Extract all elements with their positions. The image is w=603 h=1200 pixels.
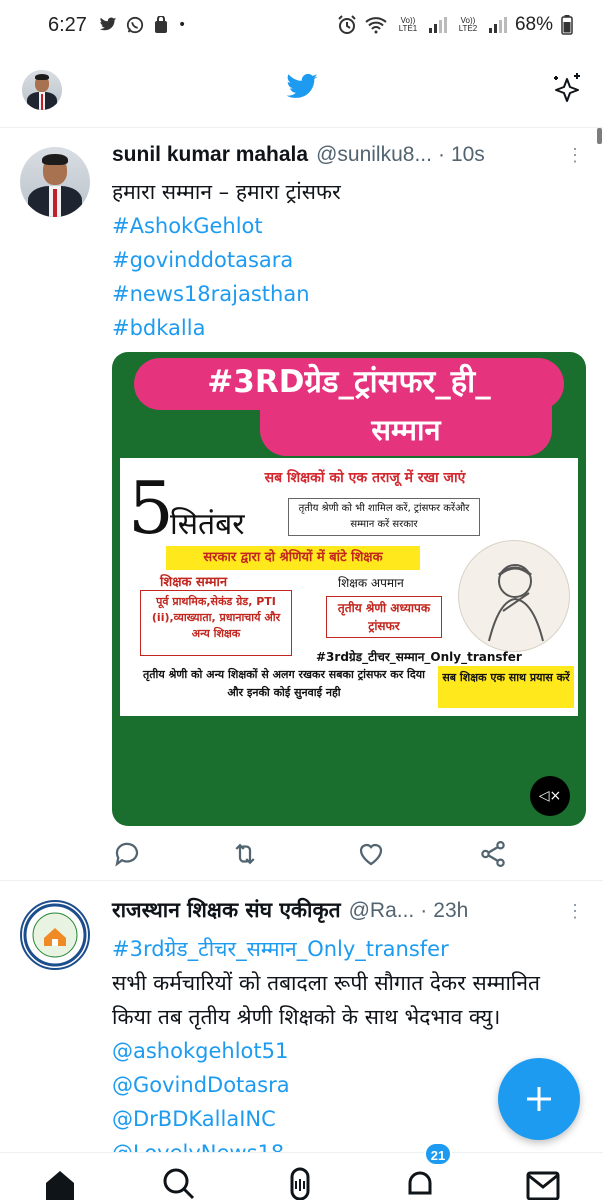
author-handle[interactable]: @Ra... bbox=[349, 899, 415, 923]
poster-heading: सब शिक्षकों को एक तराजू में रखा जाएं bbox=[264, 470, 466, 486]
tweet-author-avatar[interactable] bbox=[20, 147, 90, 217]
poster-sketch-image bbox=[458, 540, 570, 652]
sim1-label: Vo)) LTE1 bbox=[398, 16, 418, 33]
profile-avatar-button[interactable] bbox=[22, 70, 62, 110]
hashtag-link[interactable]: #news18rajasthan bbox=[112, 277, 573, 311]
poster-highlight: सरकार द्वारा दो श्रेणियों में बांटे शिक्… bbox=[166, 546, 420, 570]
battery-icon bbox=[561, 15, 573, 35]
mute-toggle-icon[interactable]: ◁× bbox=[530, 776, 570, 816]
notification-icons: • bbox=[99, 16, 186, 34]
status-time: 6:27 bbox=[48, 13, 87, 36]
tweet-text: #3rdग्रेड_टीचर_सम्मान_Only_transfer सभी … bbox=[112, 932, 573, 1170]
app-header bbox=[0, 50, 603, 128]
spaces-icon[interactable] bbox=[282, 1167, 318, 1200]
twitter-bird-icon[interactable] bbox=[285, 73, 319, 103]
poster-honour-box: पूर्व प्राथमिक,सेकंड ग्रेड, PTI (ii),व्य… bbox=[140, 590, 292, 656]
poster-footer-text: तृतीय श्रेणी को अन्य शिक्षकों से अलग रखक… bbox=[143, 668, 425, 699]
notifications-icon[interactable] bbox=[402, 1167, 438, 1200]
tweet-time[interactable]: 23h bbox=[433, 899, 468, 923]
signal2-icon bbox=[488, 17, 507, 33]
tweet-actions bbox=[112, 839, 532, 873]
poster-call-to-action: सब शिक्षक एक साथ प्रयास करें bbox=[438, 666, 574, 708]
author-name[interactable]: राजस्थान शिक्षक संघ एकीकृत bbox=[112, 896, 341, 924]
alarm-icon bbox=[338, 15, 356, 34]
tweet-text: हमारा सम्मान – हमारा ट्रांसफर #AshokGehl… bbox=[112, 175, 573, 345]
poster-insult-label: शिक्षक अपमान bbox=[338, 576, 404, 590]
poster-hashtag: #3rdग्रेड_टीचर_सम्मान_Only_transfer bbox=[316, 650, 522, 664]
more-options-icon[interactable]: ⋮ bbox=[566, 901, 584, 922]
poster-demand-box: तृतीय श्रेणी को भी शामिल करें, ट्रांसफर … bbox=[288, 498, 480, 536]
search-icon[interactable] bbox=[160, 1167, 196, 1200]
status-bar: 6:27 • Vo)) LTE1 Vo)) LTE2 68% bbox=[0, 0, 603, 50]
battery-percent: 68% bbox=[514, 14, 553, 35]
separator-dot: · bbox=[437, 143, 445, 166]
organization-logo bbox=[23, 903, 87, 967]
more-options-icon[interactable]: ⋮ bbox=[566, 145, 584, 166]
plus-icon bbox=[527, 1087, 551, 1111]
hashtag-link[interactable]: #govinddotasara bbox=[112, 243, 573, 277]
shopping-bag-icon bbox=[154, 16, 167, 33]
tweet-header: राजस्थान शिक्षक संघ एकीकृत @Ra... · 23h … bbox=[112, 896, 584, 926]
mention-link[interactable]: @ashokgehlot51 bbox=[112, 1039, 288, 1063]
poster-panel: सब शिक्षकों को एक तराजू में रखा जाएं 5 स… bbox=[120, 458, 578, 716]
tweet-media[interactable]: #3RDग्रेड_ट्रांसफर_ही_ सम्मान सब शिक्षको… bbox=[112, 352, 586, 826]
status-right: Vo)) LTE1 Vo)) LTE2 68% bbox=[337, 14, 573, 36]
tweet-author-avatar[interactable] bbox=[20, 900, 90, 970]
like-icon[interactable] bbox=[356, 839, 386, 869]
signal1-icon bbox=[428, 17, 447, 33]
wifi-icon bbox=[365, 17, 387, 34]
notifications-count-badge: 21 bbox=[424, 1142, 452, 1166]
tweet-text-body: सभी कर्मचारियों को तबादला रूपी सौगात देक… bbox=[112, 971, 540, 1029]
sim2-label: Vo)) LTE2 bbox=[458, 16, 478, 33]
more-notifications-dot: • bbox=[177, 17, 187, 33]
tweet-header: sunil kumar mahala @sunilku8... · 10s ⋮ bbox=[112, 143, 584, 173]
separator-dot: · bbox=[420, 899, 428, 922]
poster-insult-box: तृतीय श्रेणी अध्यापक ट्रांसफर bbox=[326, 596, 442, 638]
hashtag-link[interactable]: #3rdग्रेड_टीचर_सम्मान_Only_transfer bbox=[112, 932, 573, 966]
bottom-navigation bbox=[0, 1152, 603, 1200]
avatar-image bbox=[20, 147, 90, 217]
tweet-text-line: हमारा सम्मान – हमारा ट्रांसफर bbox=[112, 180, 341, 204]
author-name[interactable]: sunil kumar mahala bbox=[112, 143, 308, 167]
compose-tweet-button[interactable] bbox=[498, 1058, 580, 1140]
retweet-icon[interactable] bbox=[230, 839, 260, 869]
reply-icon[interactable] bbox=[112, 839, 142, 869]
messages-icon[interactable] bbox=[525, 1167, 561, 1200]
sparkle-icon[interactable] bbox=[551, 71, 583, 105]
home-icon[interactable] bbox=[42, 1167, 78, 1200]
twitter-notification-icon bbox=[99, 17, 117, 31]
banner-title-line1: #3RDग्रेड_ट्रांसफर_ही_ bbox=[207, 364, 491, 400]
poster-date-number: 5 bbox=[128, 466, 174, 550]
whatsapp-icon bbox=[126, 16, 144, 34]
tweet[interactable]: sunil kumar mahala @sunilku8... · 10s ⋮ … bbox=[0, 129, 603, 881]
tweet-time[interactable]: 10s bbox=[451, 143, 485, 167]
poster-honour-label: शिक्षक सम्मान bbox=[160, 575, 228, 590]
banner-title-line2: सम्मान bbox=[371, 413, 441, 447]
hashtag-link[interactable]: #AshokGehlot bbox=[112, 209, 573, 243]
hashtag-link[interactable]: #bdkalla bbox=[112, 311, 573, 345]
author-handle[interactable]: @sunilku8... bbox=[316, 143, 432, 167]
poster-month: सितंबर bbox=[170, 507, 245, 542]
avatar-image bbox=[22, 70, 62, 110]
share-icon[interactable] bbox=[478, 839, 508, 869]
